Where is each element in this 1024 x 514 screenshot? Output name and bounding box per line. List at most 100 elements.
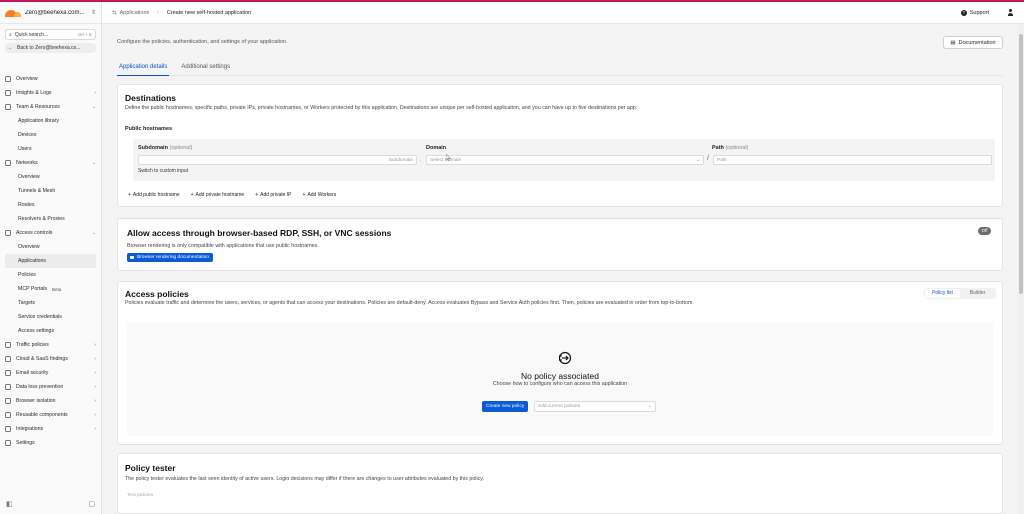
sidebar-nav: Overview Insights & Logs › Team & Resourc… — [0, 72, 101, 450]
policy-tester-description: The policy tester evaluates the last see… — [125, 476, 485, 482]
chevron-right-icon: › — [94, 90, 96, 96]
book-icon: ▤ — [950, 39, 956, 46]
sidebar-item-targets[interactable]: Targets — [0, 296, 101, 310]
switch-custom-input-link[interactable]: Switch to custom input — [138, 168, 188, 174]
tab-bar: Application details Additional settings — [117, 62, 1003, 76]
collapse-sidebar-icon[interactable]: ◧ — [6, 500, 13, 510]
add-current-policies-select[interactable]: Add current policies ⌄ — [534, 401, 656, 412]
tab-application-details[interactable]: Application details — [117, 62, 170, 76]
path-input[interactable]: Path — [713, 155, 992, 165]
sidebar-item-service-credentials[interactable]: Service credentials — [0, 310, 101, 324]
chevron-right-icon: › — [94, 370, 96, 376]
sidebar-item-policies[interactable]: Policies — [0, 268, 101, 282]
domain-select[interactable]: Select Domain ⌄ — [426, 155, 704, 165]
page-scrollbar[interactable] — [1018, 24, 1024, 514]
sidebar-item-mcp-portals[interactable]: MCP Portals Beta — [0, 282, 101, 296]
browser-icon — [5, 398, 11, 404]
documentation-button[interactable]: ▤ Documentation — [943, 36, 1003, 49]
integrations-icon — [5, 426, 11, 432]
breadcrumb-separator: / — [157, 9, 159, 16]
sidebar-item-browser-isolation[interactable]: Browser isolation › — [0, 394, 101, 408]
feedback-icon[interactable]: ▢ — [88, 500, 95, 510]
home-icon — [5, 76, 11, 82]
sidebar-item-application-library[interactable]: Application library — [0, 114, 101, 128]
sidebar-item-traffic-policies[interactable]: Traffic policies › — [0, 338, 101, 352]
breadcrumb-applications[interactable]: Applications — [120, 10, 150, 16]
components-icon — [5, 412, 11, 418]
cloud-icon — [5, 356, 11, 362]
sidebar-item-overview[interactable]: Overview — [0, 72, 101, 86]
sidebar-item-resolvers-proxies[interactable]: Resolvers & Proxies — [0, 212, 101, 226]
sidebar-item-devices[interactable]: Devices — [0, 128, 101, 142]
no-policy-subtitle: Choose how to configure who can access t… — [492, 381, 628, 387]
sidebar-item-applications[interactable]: Applications — [5, 254, 96, 268]
sidebar-item-email-security[interactable]: Email security › — [0, 366, 101, 380]
sidebar-footer: ◧ ▢ — [0, 500, 101, 510]
path-separator: / — [707, 155, 709, 162]
sidebar-item-users[interactable]: Users — [0, 142, 101, 156]
subdomain-input[interactable]: Subdomain — [138, 155, 417, 165]
mail-icon — [5, 370, 11, 376]
add-private-ip-button[interactable]: + Add private IP — [255, 192, 291, 198]
chevron-right-icon: › — [94, 356, 96, 362]
header-actions: ? Support — [960, 9, 1014, 16]
no-policy-title: No policy associated — [521, 371, 599, 381]
sidebar-item-dlp[interactable]: Data loss prevention › — [0, 380, 101, 394]
breadcrumb-current: Create new self-hosted application — [166, 9, 252, 16]
no-policy-panel: No policy associated Choose how to confi… — [127, 323, 993, 436]
policy-list-option[interactable]: Policy list — [925, 289, 960, 298]
policy-tester-card: Policy tester The policy tester evaluate… — [117, 453, 1003, 514]
sidebar-item-settings[interactable]: Settings — [0, 436, 101, 450]
public-hostnames-label: Public hostnames — [125, 126, 173, 132]
sidebar-item-access-settings[interactable]: Access settings — [0, 324, 101, 338]
subdomain-label: Subdomain (optional) — [138, 145, 193, 151]
tab-additional-settings[interactable]: Additional settings — [179, 62, 232, 76]
main-content: Configure the policies, authentication, … — [102, 24, 1018, 514]
shield-icon — [5, 384, 11, 390]
browser-rendering-card: Allow access through browser-based RDP, … — [117, 218, 1003, 271]
support-button[interactable]: ? Support — [960, 9, 989, 16]
mouse-cursor-icon — [446, 154, 451, 161]
sidebar: Zero@beehexa.com... ⇕ ⌕ Quick search... … — [0, 2, 102, 514]
sidebar-item-insights-logs[interactable]: Insights & Logs › — [0, 86, 101, 100]
browser-rendering-toggle[interactable]: Off — [978, 227, 991, 235]
add-public-hostname-button[interactable]: + Add public hostname — [128, 192, 180, 198]
arrow-left-icon: ← — [8, 45, 13, 51]
account-switcher[interactable]: Zero@beehexa.com... ⇕ — [0, 2, 101, 24]
search-icon: ⌕ — [9, 31, 12, 38]
chevron-down-icon: ⌄ — [91, 160, 96, 166]
add-workers-button[interactable]: + Add Workers — [303, 192, 337, 198]
sidebar-item-integrations[interactable]: Integrations › — [0, 422, 101, 436]
test-policies-button[interactable]: Test policies — [127, 493, 153, 498]
sidebar-item-team-resources[interactable]: Team & Resources ⌄ — [0, 100, 101, 114]
plus-icon: + — [255, 192, 259, 198]
sidebar-item-routes[interactable]: Routes — [0, 198, 101, 212]
browser-rendering-doc-button[interactable]: Browser rendering documentation — [127, 253, 213, 262]
plus-icon: + — [128, 192, 131, 198]
network-icon — [5, 160, 11, 166]
sidebar-item-tunnels-mesh[interactable]: Tunnels & Mesh — [0, 184, 101, 198]
access-policies-description: Policies evaluate traffic and determine … — [125, 300, 694, 306]
chevron-right-icon: › — [94, 426, 96, 432]
sidebar-item-access-controls[interactable]: Access controls ⌄ — [0, 226, 101, 240]
sidebar-item-networks[interactable]: Networks ⌄ — [0, 156, 101, 170]
create-new-policy-button[interactable]: Create new policy — [482, 401, 529, 412]
documentation-label: Documentation — [958, 39, 996, 46]
quick-search[interactable]: ⌕ Quick search... ctrl + K — [5, 29, 96, 40]
scrollbar-thumb[interactable] — [1019, 34, 1023, 294]
page-intro: Configure the policies, authentication, … — [117, 39, 288, 45]
add-private-hostname-button[interactable]: + Add private hostname — [191, 192, 245, 198]
search-placeholder: Quick search... — [14, 31, 49, 38]
sidebar-item-networks-overview[interactable]: Overview — [0, 170, 101, 184]
builder-option[interactable]: Builder — [960, 289, 995, 298]
user-icon[interactable] — [1007, 9, 1014, 16]
destinations-description: Define the public hostnames, specific pa… — [125, 105, 638, 111]
back-to-account-button[interactable]: ← Back to Zero@beehexa.co... — [5, 43, 96, 53]
sidebar-item-access-overview[interactable]: Overview — [0, 240, 101, 254]
top-header: ⇆ Applications / Create new self-hosted … — [102, 2, 1024, 24]
book-icon — [130, 256, 134, 259]
chevron-right-icon: › — [94, 412, 96, 418]
sidebar-item-cloud-saas[interactable]: Cloud & SaaS findings › — [0, 352, 101, 366]
chevron-right-icon: › — [94, 384, 96, 390]
sidebar-item-reusable-components[interactable]: Reusable components › — [0, 408, 101, 422]
